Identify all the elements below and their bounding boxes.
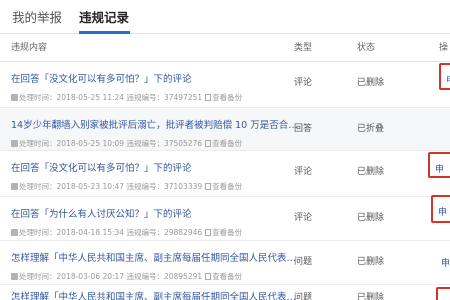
table-row: 在回答「为什么有人讨厌公知？」下的评论 处理时间：2018-04-18 15:3…	[0, 197, 450, 241]
table-row: 怎样理解「中华人民共和国主席、副主席每届任期同全国人民代表… 问题 已删除	[0, 285, 450, 300]
header-content: 违规内容	[11, 43, 48, 53]
header-action: 操	[439, 43, 449, 53]
info-icon	[11, 183, 18, 190]
row-type: 评论	[294, 78, 313, 88]
appeal-button-highlight[interactable]	[436, 287, 450, 300]
row-type: 评论	[294, 213, 313, 223]
violation-title[interactable]: 在回答「为什么有人讨厌公知？」下的评论	[11, 208, 192, 221]
info-icon	[11, 273, 18, 280]
appeal-button-highlight[interactable]: 申	[439, 63, 450, 90]
violation-meta: 处理时间：2018-05-25 11:24 违规编号：37497251 查看备份	[11, 92, 242, 103]
appeal-button-highlight[interactable]: 申	[431, 195, 450, 223]
tab-violation-records[interactable]: 违规记录	[79, 10, 129, 26]
header-status: 状态	[357, 43, 376, 53]
row-type: 问题	[294, 257, 313, 267]
row-status: 已折叠	[357, 124, 385, 134]
info-icon	[11, 140, 18, 147]
view-backup-link[interactable]: 查看备份	[212, 272, 242, 281]
document-icon	[205, 183, 212, 190]
row-status: 已删除	[357, 213, 385, 223]
info-icon	[11, 229, 18, 236]
table-row: 14岁少年翻墙入别家被批评后溺亡，批评者被判赔偿 10 万是否合… 处理时间：2…	[0, 108, 450, 151]
document-icon	[205, 273, 212, 280]
violation-title[interactable]: 怎样理解「中华人民共和国主席、副主席每届任期同全国人民代表…	[11, 252, 296, 265]
info-icon	[11, 94, 18, 101]
table-row: 怎样理解「中华人民共和国主席、副主席每届任期同全国人民代表… 处理时间：2018…	[0, 241, 450, 285]
view-backup-link[interactable]: 查看备份	[212, 139, 242, 148]
violation-meta: 处理时间：2018-05-25 10:09 违规编号：37505276 查看备份	[11, 138, 242, 149]
row-status: 已删除	[357, 167, 385, 177]
view-backup-link[interactable]: 查看备份	[212, 93, 242, 102]
violation-meta: 处理时间：2018-04-18 15:34 违规编号：29882946 查看备份	[11, 227, 242, 238]
row-type: 问题	[294, 293, 313, 300]
document-icon	[205, 229, 212, 236]
violation-title[interactable]: 14岁少年翻墙入别家被批评后溺亡，批评者被判赔偿 10 万是否合…	[11, 119, 298, 132]
violation-title[interactable]: 怎样理解「中华人民共和国主席、副主席每届任期同全国人民代表…	[11, 291, 296, 300]
violation-title[interactable]: 在回答「没文化可以有多可怕？」下的评论	[11, 73, 192, 86]
table-row: 在回答「没文化可以有多可怕？」下的评论 处理时间：2018-05-23 10:4…	[0, 151, 450, 197]
tab-my-reports[interactable]: 我的举报	[12, 10, 62, 26]
row-status: 已删除	[357, 257, 385, 267]
row-status: 已删除	[357, 78, 385, 88]
appeal-link[interactable]: 申	[441, 256, 450, 269]
violation-meta: 处理时间：2018-03-06 20:17 违规编号：20895291 查看备份	[11, 271, 242, 282]
tab-bar: 我的举报 违规记录	[0, 0, 450, 34]
row-status: 已删除	[357, 293, 385, 300]
document-icon	[205, 94, 212, 101]
view-backup-link[interactable]: 查看备份	[212, 182, 242, 191]
row-type: 回答	[294, 124, 313, 134]
violation-meta: 处理时间：2018-05-23 10:47 违规编号：37103339 查看备份	[11, 181, 242, 192]
violation-title[interactable]: 在回答「没文化可以有多可怕？」下的评论	[11, 162, 192, 175]
view-backup-link[interactable]: 查看备份	[212, 228, 242, 237]
appeal-button-highlight[interactable]: 申	[428, 152, 450, 178]
table-header: 违规内容 类型 状态 操	[0, 34, 450, 62]
header-type: 类型	[294, 43, 313, 53]
table-row: 在回答「没文化可以有多可怕？」下的评论 处理时间：2018-05-25 11:2…	[0, 62, 450, 108]
row-type: 评论	[294, 167, 313, 177]
document-icon	[205, 140, 212, 147]
